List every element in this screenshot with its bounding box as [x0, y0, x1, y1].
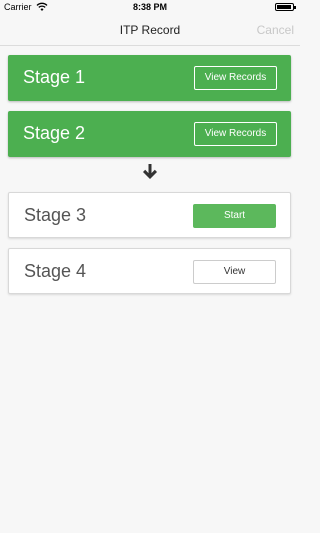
stage-card-2: Stage 2 View Records: [8, 111, 291, 157]
stage-label: Stage 4: [24, 261, 87, 281]
battery-icon: [275, 3, 296, 11]
start-button[interactable]: Start: [193, 204, 276, 228]
page-title: ITP Record: [119, 23, 181, 37]
cancel-button[interactable]: Cancel: [257, 23, 294, 37]
stage-label: Stage 3: [24, 205, 87, 225]
stage-card-3: Stage 3 Start: [8, 192, 291, 238]
stage-card-1: Stage 1 View Records: [8, 55, 291, 101]
stage-label: Stage 2: [23, 123, 86, 143]
stage-card-4: Stage 4 View: [8, 248, 291, 294]
arrow-down-icon: [143, 164, 157, 179]
navigation-bar: ITP Record Cancel: [0, 14, 300, 46]
view-records-button[interactable]: View Records: [194, 122, 277, 146]
view-button[interactable]: View: [193, 260, 276, 284]
status-time: 8:38 PM: [132, 2, 167, 12]
view-records-button[interactable]: View Records: [194, 66, 277, 90]
stage-label: Stage 1: [23, 67, 86, 87]
status-bar: Carrier 8:38 PM: [0, 0, 300, 14]
